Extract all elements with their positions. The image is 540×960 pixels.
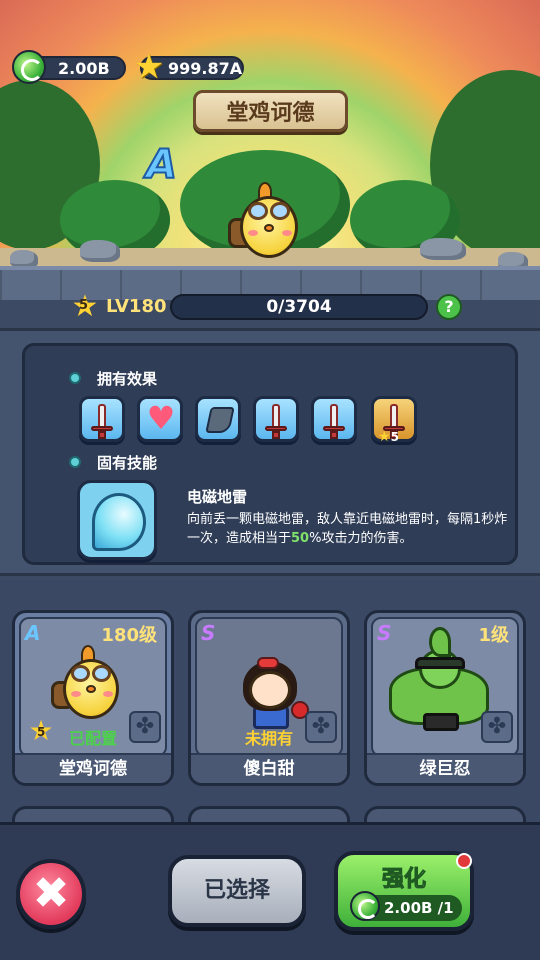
hero-card-3[interactable]: S 1级 ✤ 绿巨忍 xyxy=(364,610,526,786)
skill-highlight-value: 50 xyxy=(291,531,310,546)
rock xyxy=(420,238,466,260)
hero-level: LV180 xyxy=(106,296,167,317)
skill-description: 向前丢一颗电磁地雷，敌人靠近电磁地雷时，每隔1秒炸一次，造成相当于50%攻击力的… xyxy=(187,512,508,546)
effect-heart-icon[interactable]: ♥ xyxy=(137,396,183,442)
level-row: ★ 5 LV180 0/3704 ? xyxy=(0,290,540,324)
effect-boot-icon[interactable] xyxy=(195,396,241,442)
info-panel-inner: 拥有效果 ♥ ★5 固有技能 电磁地雷 向前丢一颗电磁地雷，敌人靠近电磁地雷时，… xyxy=(22,343,518,565)
selected-button[interactable]: 已选择 xyxy=(168,855,306,927)
hero-scene: 2.00B 999.87A ★ 堂鸡诃德 A xyxy=(0,0,540,300)
section-bullet xyxy=(69,372,81,384)
card-name: 傻白甜 xyxy=(191,753,347,783)
effect-sword-icon[interactable] xyxy=(79,396,125,442)
hero-rank: A xyxy=(145,141,178,189)
help-button[interactable]: ? xyxy=(436,294,462,320)
hero-name: 堂鸡诃德 xyxy=(226,101,315,126)
hero-name-plate: 堂鸡诃德 xyxy=(193,90,348,132)
card-fan-icon: ✤ xyxy=(481,711,513,743)
hero-character[interactable] xyxy=(228,180,308,270)
close-button[interactable]: ✖ xyxy=(16,859,86,929)
card-rank: A xyxy=(25,621,41,645)
exp-progress-bar: 0/3704 xyxy=(170,294,428,320)
hero-card-list: A 180级 ★ 5 已配置 ✤ 堂鸡诃德 S 未拥有 ✤ 傻白甜 S 1级 ✤… xyxy=(0,580,540,830)
effect-star-requirement: ★5 xyxy=(378,429,399,445)
rock xyxy=(80,240,120,262)
star-level-count: 5 xyxy=(79,298,89,313)
hero-card-1[interactable]: A 180级 ★ 5 已配置 ✤ 堂鸡诃德 xyxy=(12,610,174,786)
gem-amount: 2.00B xyxy=(58,58,110,78)
card-fan-icon: ✤ xyxy=(305,711,337,743)
gem-icon xyxy=(12,50,46,84)
effect-sword-locked-icon[interactable]: ★5 xyxy=(371,396,417,445)
card-rank: S xyxy=(201,621,216,645)
effect-sword-icon[interactable] xyxy=(253,396,299,442)
skill-name: 电磁地雷 xyxy=(187,488,248,506)
bottom-action-bar: ✖ 已选择 强化 2.00B /1 xyxy=(0,822,540,960)
notification-dot xyxy=(456,853,472,869)
card-name: 绿巨忍 xyxy=(367,753,523,783)
hero-card-2[interactable]: S 未拥有 ✤ 傻白甜 xyxy=(188,610,350,786)
card-hero-portrait xyxy=(51,643,131,733)
upgrade-button[interactable]: 强化 2.00B /1 xyxy=(334,851,474,931)
card-name: 堂鸡诃德 xyxy=(15,753,171,783)
close-icon: ✖ xyxy=(32,868,70,919)
card-fan-icon: ✤ xyxy=(129,711,161,743)
exp-progress-text: 0/3704 xyxy=(266,297,332,317)
effects-title: 拥有效果 xyxy=(97,370,158,388)
upgrade-label: 强化 xyxy=(381,867,426,893)
star-amount: 999.87A xyxy=(168,58,243,78)
skill-bubble-icon[interactable] xyxy=(77,480,157,560)
section-bullet xyxy=(69,456,81,468)
info-panel: 拥有效果 ♥ ★5 固有技能 电磁地雷 向前丢一颗电磁地雷，敌人靠近电磁地雷时，… xyxy=(0,328,540,576)
star-icon: ★ xyxy=(133,47,165,87)
effect-sword-icon[interactable] xyxy=(311,396,357,442)
skill-title: 固有技能 xyxy=(97,454,158,472)
gem-icon xyxy=(350,891,380,921)
